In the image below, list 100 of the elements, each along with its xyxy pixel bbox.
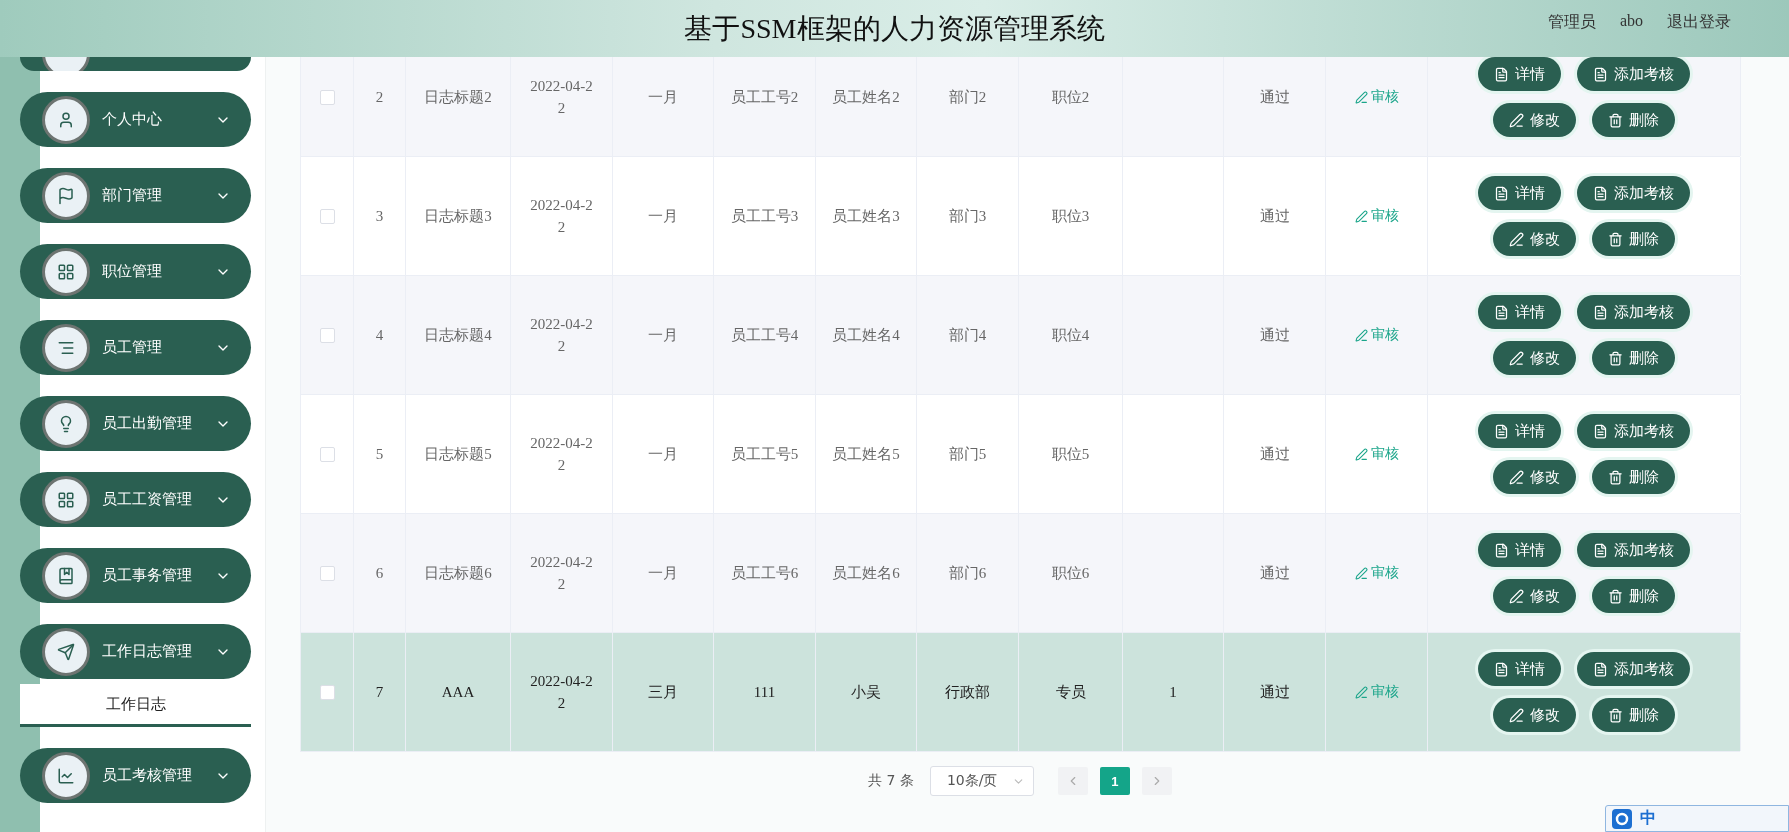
checkbox[interactable] <box>319 565 335 581</box>
edit-button[interactable]: 修改 <box>1493 103 1576 137</box>
pencil-icon <box>1509 112 1524 128</box>
employee-id: 员工工号4 <box>730 325 799 345</box>
details-button[interactable]: 详情 <box>1478 414 1561 448</box>
edit-button[interactable]: 修改 <box>1493 460 1576 494</box>
menu-item[interactable]: 员工考核管理 <box>20 748 251 803</box>
delete-button[interactable]: 删除 <box>1592 103 1675 137</box>
edit-button[interactable]: 修改 <box>1493 579 1576 613</box>
row-number: 4 <box>375 326 384 344</box>
status: 通过 <box>1259 682 1290 702</box>
row-number: 3 <box>375 207 384 225</box>
add-assessment-button[interactable]: 添加考核 <box>1577 295 1690 329</box>
date: 2022-04-22 <box>529 195 594 237</box>
date: 2022-04-22 <box>529 314 594 356</box>
employee-name: 员工姓名4 <box>832 325 900 345</box>
position: 专员 <box>1055 682 1086 702</box>
pencil-icon <box>1354 328 1368 342</box>
status: 通过 <box>1259 87 1290 107</box>
checkbox[interactable] <box>319 327 335 343</box>
employee-id: 员工工号5 <box>730 444 799 464</box>
delete-button[interactable]: 删除 <box>1592 579 1675 613</box>
department: 部门4 <box>948 325 987 345</box>
date: 2022-04-22 <box>529 671 594 713</box>
pencil-icon <box>1354 685 1368 699</box>
edit-button[interactable]: 修改 <box>1493 698 1576 732</box>
department: 部门5 <box>948 444 987 464</box>
department: 部门2 <box>948 87 987 107</box>
month: 一月 <box>648 206 678 226</box>
department: 行政部 <box>945 682 990 702</box>
book-icon <box>57 566 75 585</box>
menu-item[interactable]: 工作日志管理 <box>20 624 251 679</box>
log-title: 日志标题6 <box>424 563 492 583</box>
pencil-icon <box>1509 231 1524 247</box>
delete-button[interactable]: 删除 <box>1592 341 1675 375</box>
document-icon <box>1593 185 1608 201</box>
page-size-select[interactable]: 10条/页 <box>929 766 1034 796</box>
add-assessment-button[interactable]: 添加考核 <box>1577 176 1690 210</box>
employee-name: 员工姓名2 <box>832 87 900 107</box>
add-assessment-button[interactable]: 添加考核 <box>1577 533 1690 567</box>
add-assessment-button[interactable]: 添加考核 <box>1577 652 1690 686</box>
edit-button[interactable]: 修改 <box>1493 222 1576 256</box>
log-title: 日志标题4 <box>424 325 492 345</box>
document-icon <box>1494 423 1509 439</box>
pencil-icon <box>1509 588 1524 604</box>
menu-item[interactable]: 部门管理 <box>20 168 251 223</box>
menu-item[interactable]: 员工管理 <box>20 320 251 375</box>
date: 2022-04-22 <box>529 552 594 594</box>
add-assessment-button[interactable]: 添加考核 <box>1577 414 1690 448</box>
month: 一月 <box>648 325 678 345</box>
details-button[interactable]: 详情 <box>1478 295 1561 329</box>
input-mode[interactable]: 中 <box>1640 808 1656 829</box>
delete-button[interactable]: 删除 <box>1592 698 1675 732</box>
document-icon <box>1593 304 1608 320</box>
checkbox[interactable] <box>319 446 335 462</box>
grid-icon <box>57 262 75 281</box>
menu-item[interactable]: 员工工资管理 <box>20 472 251 527</box>
prev-page-button[interactable] <box>1057 767 1088 795</box>
menu-item[interactable] <box>20 57 251 71</box>
trash-icon <box>1608 231 1623 247</box>
delete-button[interactable]: 删除 <box>1592 460 1675 494</box>
row-number: 5 <box>375 445 384 463</box>
add-assessment-button[interactable]: 添加考核 <box>1577 57 1690 91</box>
edit-button[interactable]: 修改 <box>1493 341 1576 375</box>
delete-button[interactable]: 删除 <box>1592 222 1675 256</box>
menu-item[interactable]: 个人中心 <box>20 92 251 147</box>
status: 通过 <box>1259 444 1290 464</box>
row-number: 6 <box>375 564 384 582</box>
date: 2022-04-22 <box>529 433 594 475</box>
next-page-button[interactable] <box>1141 767 1172 795</box>
menu-item[interactable]: 员工出勤管理 <box>20 396 251 451</box>
checkbox[interactable] <box>319 684 335 700</box>
menu-item[interactable]: 员工事务管理 <box>20 548 251 603</box>
logout-link[interactable]: 退出登录 <box>1667 12 1731 33</box>
menu-item[interactable]: 职位管理 <box>20 244 251 299</box>
month: 一月 <box>648 87 678 107</box>
submenu-item[interactable]: 工作日志 <box>20 684 251 727</box>
details-button[interactable]: 详情 <box>1478 57 1561 91</box>
position: 职位6 <box>1051 563 1090 583</box>
employee-name: 员工姓名6 <box>832 563 900 583</box>
details-button[interactable]: 详情 <box>1478 652 1561 686</box>
position: 职位3 <box>1051 206 1090 226</box>
document-icon <box>1593 66 1608 82</box>
employee-id: 111 <box>753 683 776 701</box>
details-button[interactable]: 详情 <box>1478 176 1561 210</box>
details-button[interactable]: 详情 <box>1478 533 1561 567</box>
checkbox[interactable] <box>319 208 335 224</box>
chart-icon <box>57 766 75 785</box>
date: 2022-04-22 <box>529 76 594 118</box>
status: 通过 <box>1259 563 1290 583</box>
trash-icon <box>1608 707 1623 723</box>
checkbox[interactable] <box>319 89 335 105</box>
pencil-icon <box>1354 90 1368 104</box>
position: 职位4 <box>1051 325 1090 345</box>
document-icon <box>1593 661 1608 677</box>
log-title: 日志标题3 <box>424 206 492 226</box>
pencil-icon <box>1354 566 1368 580</box>
paper-plane-icon <box>57 642 75 661</box>
month: 一月 <box>648 444 678 464</box>
employee-name: 员工姓名3 <box>832 206 900 226</box>
